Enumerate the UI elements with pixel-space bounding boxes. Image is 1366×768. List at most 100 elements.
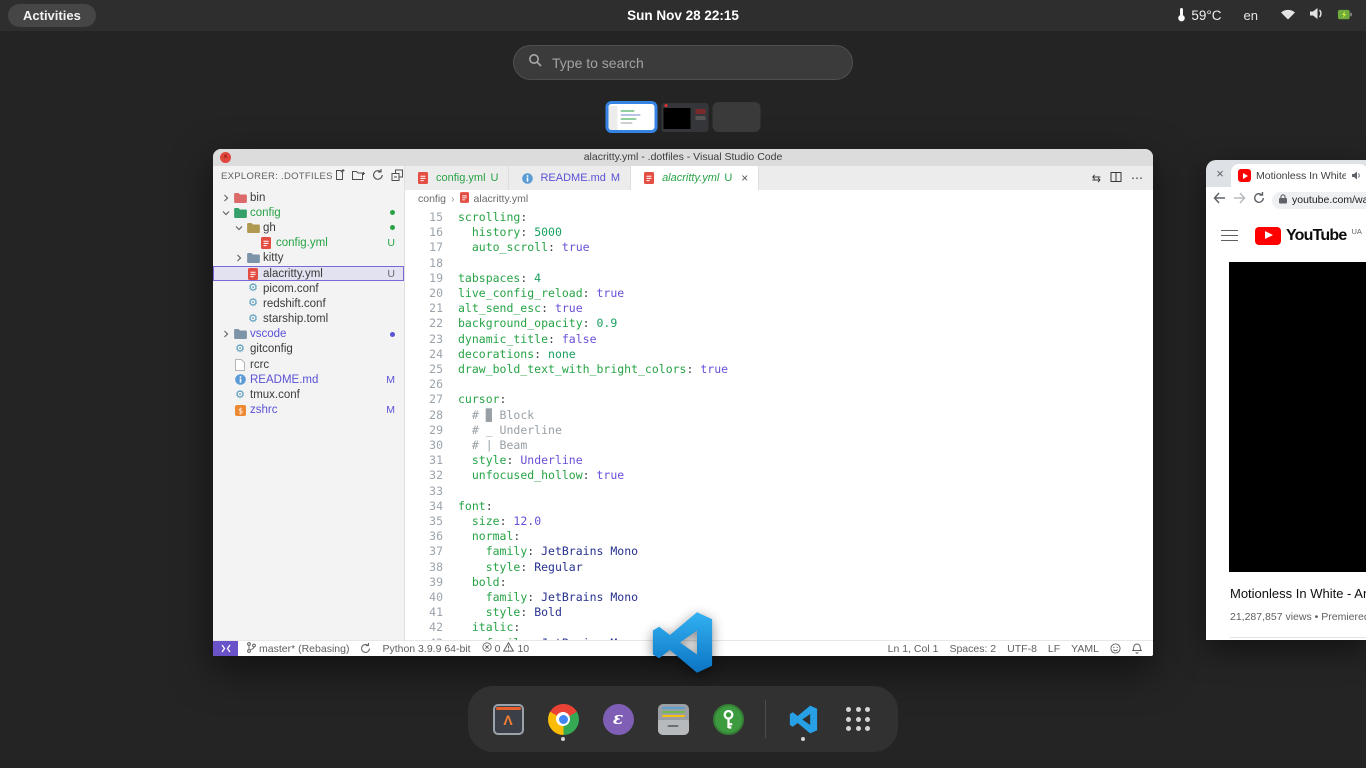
close-window-icon[interactable]: × (220, 152, 231, 163)
code-line-30[interactable]: 30 # | Beam (405, 438, 1153, 453)
tree-item-gitconfig[interactable]: ⚙ gitconfig (213, 342, 404, 357)
code-line-31[interactable]: 31 style: Underline (405, 453, 1153, 468)
code-line-39[interactable]: 39 bold: (405, 575, 1153, 590)
code-line-40[interactable]: 40 family: JetBrains Mono (405, 590, 1153, 605)
workspace-thumbnail-youtube[interactable] (662, 103, 709, 132)
code-line-15[interactable]: 15scrolling: (405, 210, 1153, 225)
collapse-all-icon[interactable] (391, 168, 403, 186)
dock-vscode[interactable] (785, 695, 821, 743)
tab-alacritty.yml[interactable]: alacritty.yml U × (631, 166, 759, 190)
code-line-28[interactable]: 28 # ▉ Block (405, 408, 1153, 423)
new-folder-icon[interactable] (352, 168, 365, 186)
dock-alacritty[interactable]: Λ (490, 695, 526, 743)
chrome-tab-youtube[interactable]: Motionless In White - A (1231, 164, 1366, 187)
refresh-icon[interactable] (372, 168, 384, 186)
code-editor[interactable]: 15scrolling:16 history: 500017 auto_scro… (405, 207, 1153, 640)
overview-search[interactable] (513, 45, 853, 80)
dock-chrome[interactable] (545, 695, 581, 743)
code-line-21[interactable]: 21alt_send_esc: true (405, 301, 1153, 316)
status-area[interactable]: 59°C en (1177, 7, 1352, 25)
python-interpreter[interactable]: Python 3.9.9 64-bit (382, 643, 470, 655)
tab-git-badge: M (611, 172, 620, 184)
tree-item-rcrc[interactable]: rcrc (213, 357, 404, 372)
dock-appgrid[interactable] (840, 695, 876, 743)
code-line-42[interactable]: 42 italic: (405, 620, 1153, 635)
code-line-33[interactable]: 33 (405, 484, 1153, 499)
code-line-41[interactable]: 41 style: Bold (405, 605, 1153, 620)
code-line-25[interactable]: 25draw_bold_text_with_bright_colors: tru… (405, 362, 1153, 377)
tree-item-bin[interactable]: bin (213, 190, 404, 205)
feedback-icon[interactable] (1110, 643, 1121, 654)
tree-item-redshift.conf[interactable]: ⚙ redshift.conf (213, 296, 404, 311)
code-line-19[interactable]: 19tabspaces: 4 (405, 271, 1153, 286)
breadcrumb[interactable]: config › alacritty.yml (405, 190, 1153, 207)
notifications-bell-icon[interactable] (1132, 643, 1142, 654)
tree-item-README.md[interactable]: README.md M (213, 372, 404, 387)
code-line-23[interactable]: 23dynamic_title: false (405, 332, 1153, 347)
tree-item-config[interactable]: config (213, 205, 404, 220)
git-branch-status[interactable]: master* (Rebasing) (247, 642, 349, 656)
language-mode[interactable]: YAML (1071, 643, 1099, 655)
reload-icon[interactable] (1253, 191, 1265, 209)
code-line-35[interactable]: 35 size: 12.0 (405, 514, 1153, 529)
tab-close-icon[interactable]: × (1213, 166, 1227, 181)
indentation[interactable]: Spaces: 2 (949, 643, 996, 655)
tree-item-alacritty.yml[interactable]: alacritty.yml U (213, 266, 404, 281)
keyboard-layout[interactable]: en (1244, 8, 1258, 23)
vscode-app-icon[interactable] (651, 611, 714, 674)
tab-config.yml[interactable]: config.yml U (405, 166, 509, 190)
workspace-thumbnail-empty[interactable] (713, 102, 761, 132)
tree-item-kitty[interactable]: kitty (213, 251, 404, 266)
code-line-37[interactable]: 37 family: JetBrains Mono (405, 544, 1153, 559)
problems-status[interactable]: 0 10 (482, 642, 530, 655)
activities-button[interactable]: Activities (8, 4, 96, 27)
encoding[interactable]: UTF-8 (1007, 643, 1037, 655)
menu-hamburger-icon[interactable] (1221, 226, 1238, 244)
cursor-position[interactable]: Ln 1, Col 1 (888, 643, 939, 655)
code-line-38[interactable]: 38 style: Regular (405, 560, 1153, 575)
tree-item-vscode[interactable]: vscode (213, 327, 404, 342)
wifi-icon (1280, 7, 1296, 25)
tree-item-config.yml[interactable]: config.yml U (213, 236, 404, 251)
code-line-20[interactable]: 20live_config_reload: true (405, 286, 1153, 301)
youtube-logo[interactable]: YouTube UA (1255, 227, 1362, 245)
more-actions-icon[interactable]: ⋯ (1131, 171, 1143, 185)
code-line-32[interactable]: 32 unfocused_hollow: true (405, 468, 1153, 483)
tab-README.md[interactable]: README.md M (509, 166, 631, 190)
code-line-26[interactable]: 26 (405, 377, 1153, 392)
dock-files[interactable] (655, 695, 691, 743)
address-bar[interactable]: youtube.com/wa (1272, 192, 1366, 209)
code-line-16[interactable]: 16 history: 5000 (405, 225, 1153, 240)
workspace-thumbnail-active[interactable] (606, 101, 658, 133)
clock[interactable]: Sun Nov 28 22:15 (627, 8, 739, 23)
tree-item-tmux.conf[interactable]: ⚙ tmux.conf (213, 387, 404, 402)
tree-item-picom.conf[interactable]: ⚙ picom.conf (213, 281, 404, 296)
tree-item-starship.toml[interactable]: ⚙ starship.toml (213, 312, 404, 327)
new-file-icon[interactable] (333, 168, 345, 186)
tree-item-zshrc[interactable]: $ zshrc M (213, 403, 404, 418)
code-line-18[interactable]: 18 (405, 256, 1153, 271)
code-line-34[interactable]: 34font: (405, 499, 1153, 514)
close-icon[interactable]: × (741, 172, 748, 184)
code-line-24[interactable]: 24decorations: none (405, 347, 1153, 362)
dock-emacs[interactable]: ε (600, 695, 636, 743)
video-player[interactable] (1229, 262, 1366, 572)
tab-audio-icon[interactable] (1351, 167, 1361, 185)
code-line-17[interactable]: 17 auto_scroll: true (405, 240, 1153, 255)
code-line-27[interactable]: 27cursor: (405, 392, 1153, 407)
forward-icon[interactable] (1233, 191, 1246, 209)
code-line-29[interactable]: 29 # _ Underline (405, 423, 1153, 438)
vscode-titlebar[interactable]: × alacritty.yml - .dotfiles - Visual Stu… (213, 149, 1153, 166)
tree-item-gh[interactable]: gh (213, 220, 404, 235)
sync-icon[interactable] (360, 643, 371, 654)
open-changes-icon[interactable]: ⇆ (1092, 172, 1101, 185)
line-number: 21 (405, 301, 443, 316)
remote-indicator[interactable] (213, 641, 238, 656)
eol-sequence[interactable]: LF (1048, 643, 1060, 655)
dock-keepassxc[interactable] (710, 695, 746, 743)
search-input[interactable] (552, 55, 822, 71)
code-line-22[interactable]: 22background_opacity: 0.9 (405, 316, 1153, 331)
code-line-36[interactable]: 36 normal: (405, 529, 1153, 544)
back-icon[interactable] (1213, 191, 1226, 209)
split-editor-icon[interactable] (1110, 171, 1122, 186)
